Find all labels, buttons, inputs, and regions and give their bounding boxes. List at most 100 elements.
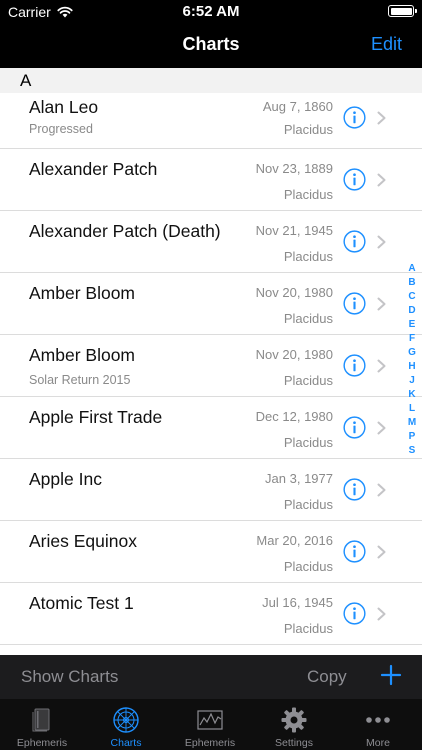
- table-row[interactable]: Apple Inc Jan 3, 1977 Placidus: [0, 459, 422, 521]
- chart-list[interactable]: Alan Leo Progressed Aug 7, 1860 Placidus…: [0, 93, 422, 655]
- tab-label: More: [366, 737, 390, 749]
- chevron-right-icon: [377, 483, 386, 497]
- info-icon[interactable]: [343, 540, 366, 563]
- index-letter[interactable]: E: [409, 318, 416, 332]
- index-letter[interactable]: M: [408, 416, 416, 430]
- chart-name: Amber Bloom: [29, 283, 136, 303]
- add-chart-icon[interactable]: [380, 664, 402, 686]
- chart-name: Alexander Patch: [29, 159, 158, 179]
- chart-date: Dec 12, 1980: [255, 409, 333, 424]
- index-letter[interactable]: C: [408, 290, 415, 304]
- chart-date: Jan 3, 1977: [265, 471, 333, 486]
- chevron-right-icon: [377, 111, 386, 125]
- chart-date: Mar 20, 2016: [256, 533, 333, 548]
- info-icon[interactable]: [343, 354, 366, 377]
- more-icon: [366, 717, 390, 723]
- index-letter[interactable]: G: [408, 346, 416, 360]
- chart-subtitle: Progressed: [29, 122, 93, 136]
- chart-name: Aries Equinox: [29, 531, 137, 551]
- tab-settings[interactable]: Settings: [252, 699, 336, 750]
- copy-button[interactable]: Copy: [307, 667, 347, 687]
- edit-button[interactable]: Edit: [371, 34, 402, 55]
- chart-date: Aug 7, 1860: [262, 99, 333, 114]
- page-title: Charts: [182, 34, 240, 54]
- chevron-right-icon: [377, 359, 386, 373]
- tab-label: Settings: [275, 737, 313, 749]
- house-system: Placidus: [283, 559, 333, 574]
- chevron-right-icon: [377, 607, 386, 621]
- tab-ephemeris-book[interactable]: Ephemeris: [0, 699, 84, 750]
- index-letter[interactable]: P: [409, 430, 416, 444]
- house-system: Placidus: [283, 497, 333, 512]
- chevron-right-icon: [377, 421, 386, 435]
- table-row[interactable]: Alexander Patch Nov 23, 1889 Placidus: [0, 149, 422, 211]
- tab-label: Ephemeris: [184, 737, 236, 749]
- tab-bar: Ephemeris Charts Ephemeris Settings More: [0, 699, 422, 750]
- section-index[interactable]: A B C D E F G H J K L M P S: [406, 262, 418, 458]
- chart-name: Alexander Patch (Death): [29, 221, 221, 241]
- chevron-right-icon: [377, 235, 386, 249]
- status-time: 6:52 AM: [182, 3, 240, 20]
- info-icon[interactable]: [343, 478, 366, 501]
- gear-icon: [281, 707, 307, 733]
- tab-more[interactable]: More: [336, 699, 420, 750]
- info-icon[interactable]: [343, 106, 366, 129]
- status-bar: Carrier 6:52 AM: [0, 0, 422, 24]
- info-icon[interactable]: [343, 168, 366, 191]
- index-letter[interactable]: B: [408, 276, 415, 290]
- wheel-icon: [113, 707, 139, 733]
- table-row[interactable]: Alan Leo Progressed Aug 7, 1860 Placidus: [0, 93, 422, 149]
- chart-name: Apple Inc: [29, 469, 102, 489]
- section-header: A: [0, 68, 422, 93]
- index-letter[interactable]: A: [408, 262, 415, 276]
- graph-icon: [197, 710, 223, 730]
- info-icon[interactable]: [343, 602, 366, 625]
- chevron-right-icon: [377, 297, 386, 311]
- chart-name: Amber Bloom: [29, 345, 136, 365]
- house-system: Placidus: [283, 621, 333, 636]
- index-letter[interactable]: H: [408, 360, 415, 374]
- house-system: Placidus: [283, 187, 333, 202]
- table-row[interactable]: Amber Bloom Nov 20, 1980 Placidus: [0, 273, 422, 335]
- chart-date: Nov 20, 1980: [255, 347, 333, 362]
- table-row[interactable]: Atomic Test 1 Jul 16, 1945 Placidus: [0, 583, 422, 645]
- house-system: Placidus: [283, 311, 333, 326]
- chart-name: Apple First Trade: [29, 407, 163, 427]
- table-row[interactable]: Apple First Trade Dec 12, 1980 Placidus: [0, 397, 422, 459]
- top-bar: Carrier 6:52 AM Charts Edit: [0, 0, 422, 68]
- chart-date: Jul 16, 1945: [262, 595, 333, 610]
- house-system: Placidus: [283, 435, 333, 450]
- index-letter[interactable]: L: [409, 402, 415, 416]
- index-letter[interactable]: D: [408, 304, 415, 318]
- info-icon[interactable]: [343, 230, 366, 253]
- navigation-bar: Charts Edit: [0, 24, 422, 68]
- bottom-toolbar: Show Charts Copy: [0, 655, 422, 699]
- battery-icon: [388, 5, 417, 17]
- table-row[interactable]: Aries Equinox Mar 20, 2016 Placidus: [0, 521, 422, 583]
- index-letter[interactable]: J: [409, 374, 415, 388]
- chart-date: Nov 23, 1889: [255, 161, 333, 176]
- chart-name: Alan Leo: [29, 97, 99, 117]
- chart-name: Atomic Test 1: [29, 593, 134, 613]
- chevron-right-icon: [377, 173, 386, 187]
- book-icon: [32, 708, 50, 732]
- house-system: Placidus: [283, 122, 333, 137]
- tab-charts[interactable]: Charts: [84, 699, 168, 750]
- table-row[interactable]: Amber Bloom Solar Return 2015 Nov 20, 19…: [0, 335, 422, 397]
- show-charts-button[interactable]: Show Charts: [21, 667, 118, 687]
- chevron-right-icon: [377, 545, 386, 559]
- index-letter[interactable]: S: [409, 444, 416, 458]
- tab-ephemeris-graph[interactable]: Ephemeris: [168, 699, 252, 750]
- chart-date: Nov 21, 1945: [255, 223, 333, 238]
- info-icon[interactable]: [343, 292, 366, 315]
- table-row[interactable]: Alexander Patch (Death) Nov 21, 1945 Pla…: [0, 211, 422, 273]
- house-system: Placidus: [283, 249, 333, 264]
- chart-date: Nov 20, 1980: [255, 285, 333, 300]
- section-header-letter: A: [20, 71, 32, 90]
- house-system: Placidus: [283, 373, 333, 388]
- chart-subtitle: Solar Return 2015: [29, 373, 131, 387]
- index-letter[interactable]: F: [409, 332, 415, 346]
- info-icon[interactable]: [343, 416, 366, 439]
- index-letter[interactable]: K: [408, 388, 415, 402]
- tab-label: Charts: [110, 737, 142, 749]
